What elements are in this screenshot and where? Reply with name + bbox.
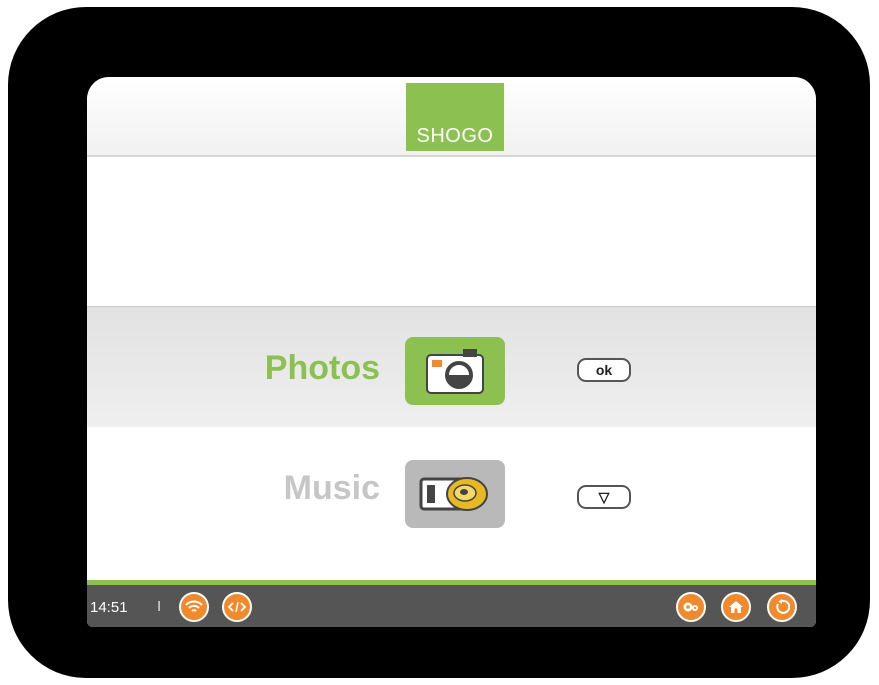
menu-item-label: Music bbox=[283, 469, 380, 507]
header: SHOGO bbox=[87, 77, 816, 157]
wifi-icon[interactable] bbox=[179, 592, 209, 622]
disc-player-icon bbox=[405, 460, 505, 528]
back-icon[interactable] bbox=[767, 592, 797, 622]
screen: SHOGO Photos ok Music ▽ 14:51 I bbox=[87, 77, 816, 627]
camera-icon bbox=[405, 337, 505, 405]
code-icon[interactable] bbox=[222, 592, 252, 622]
device-bezel: SHOGO Photos ok Music ▽ 14:51 I bbox=[8, 7, 870, 678]
menu-item-photos[interactable]: Photos ok bbox=[87, 306, 816, 428]
ok-button[interactable]: ok bbox=[577, 358, 631, 382]
menu-item-label: Photos bbox=[264, 349, 380, 387]
logo-text: SHOGO bbox=[416, 125, 494, 147]
home-icon[interactable] bbox=[721, 592, 751, 622]
down-button[interactable]: ▽ bbox=[577, 485, 631, 509]
settings-icon[interactable] bbox=[676, 592, 706, 622]
status-separator: I bbox=[157, 598, 162, 615]
clock: 14:51 bbox=[90, 599, 128, 616]
menu-item-music[interactable]: Music ▽ bbox=[87, 427, 816, 580]
status-bar: 14:51 I bbox=[87, 580, 816, 627]
logo: SHOGO bbox=[406, 83, 504, 151]
